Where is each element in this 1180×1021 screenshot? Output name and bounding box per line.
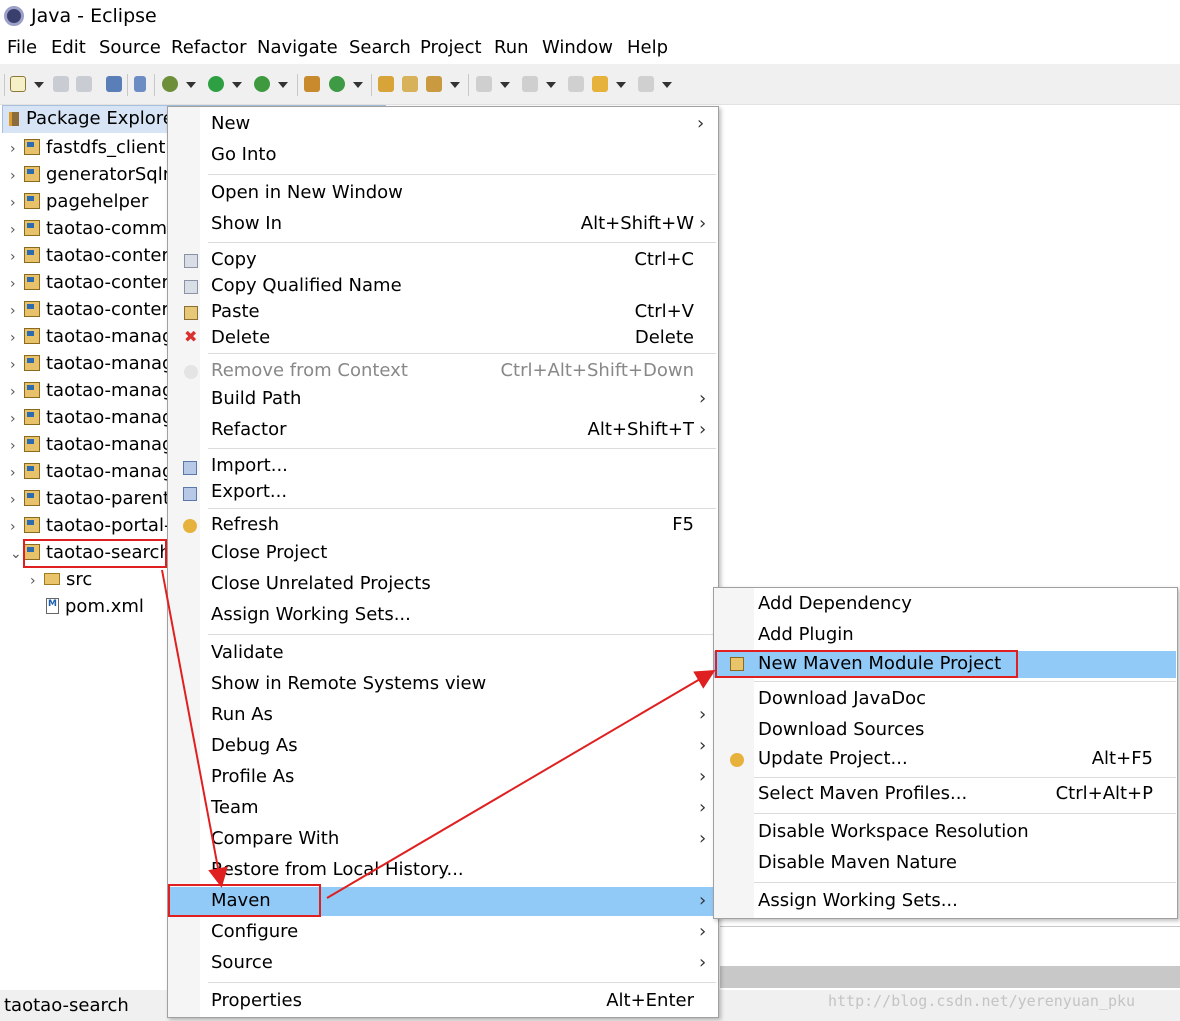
annotation-arrow-to-maven xyxy=(161,569,228,888)
annotation-arrow-to-new-maven-module xyxy=(326,669,716,899)
annotation-arrows xyxy=(161,569,716,899)
